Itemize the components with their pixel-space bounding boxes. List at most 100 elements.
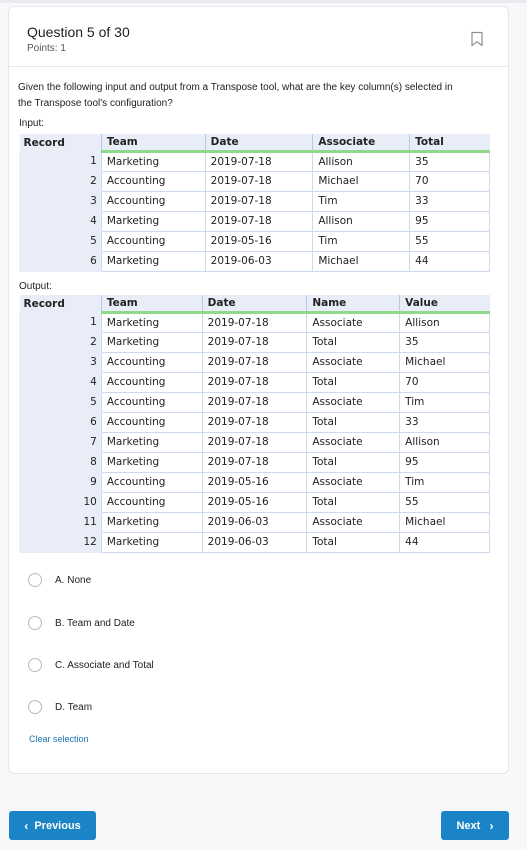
table-cell: 2019-07-18 [201, 351, 308, 373]
question-title: Question 5 of 30 [27, 24, 130, 40]
record-cell: 2 [19, 331, 102, 353]
table-cell: Accounting [100, 351, 203, 373]
table-cell: Michael [312, 170, 411, 192]
record-cell: 3 [19, 190, 102, 212]
table-row: 1 Marketing 2019-07-18 Associate Allison [19, 312, 490, 333]
option-label: B. Team and Date [55, 617, 135, 629]
table-cell: Accounting [100, 371, 203, 393]
output-label: Output: [19, 281, 52, 292]
table-cell: Marketing [100, 331, 203, 353]
question-prompt: Given the following input and output fro… [18, 82, 453, 109]
output-table: Record Team Date Name Value 1 Marketing 2019-0… [19, 295, 490, 553]
option-a[interactable]: A. None [28, 573, 91, 587]
table-row: 10 Accounting 2019-05-16 Total 55 [19, 491, 490, 513]
table-header-row: Record Team Date Associate Total [19, 134, 490, 153]
table-cell: 2019-07-18 [201, 331, 308, 353]
previous-button[interactable]: ‹ Previous [9, 811, 96, 840]
option-b[interactable]: B. Team and Date [28, 616, 135, 630]
table-cell: Total [306, 331, 401, 353]
table-cell: 2019-07-18 [204, 151, 314, 172]
table-row: 3 Accounting 2019-07-18 Tim 33 [19, 190, 490, 212]
top-divider [0, 0, 527, 3]
table-cell: Associate [306, 431, 401, 453]
table-cell: 2019-06-03 [201, 531, 308, 553]
table-cell: Tim [399, 391, 490, 413]
table-cell: 2019-05-16 [201, 491, 308, 513]
record-cell: 2 [19, 170, 102, 192]
record-cell: 1 [19, 312, 102, 333]
table-row: 9 Accounting 2019-05-16 Associate Tim [19, 471, 490, 493]
radio-button[interactable] [28, 616, 42, 630]
table-cell: 2019-07-18 [204, 170, 314, 192]
table-row: 12 Marketing 2019-06-03 Total 44 [19, 531, 490, 553]
record-cell: 4 [19, 371, 102, 393]
table-cell: Allison [399, 431, 490, 453]
table-row: 4 Marketing 2019-07-18 Allison 95 [19, 210, 490, 232]
table-cell: 2019-07-18 [201, 371, 308, 393]
table-row: 4 Accounting 2019-07-18 Total 70 [19, 371, 490, 393]
table-cell: Allison [399, 312, 490, 333]
clear-selection-link[interactable]: Clear selection [29, 734, 89, 744]
table-cell: Allison [312, 151, 411, 172]
table-cell: Accounting [100, 170, 206, 192]
radio-button[interactable] [28, 658, 42, 672]
table-cell: Associate [306, 471, 401, 493]
input-table: Record Team Date Associate Total 1 Marketing 2… [19, 134, 490, 272]
table-cell: Total [306, 531, 401, 553]
table-cell: Total [306, 451, 401, 473]
table-row: 7 Marketing 2019-07-18 Associate Allison [19, 431, 490, 453]
record-cell: 12 [19, 531, 102, 553]
table-cell: Marketing [100, 250, 206, 272]
option-c[interactable]: C. Associate and Total [28, 658, 154, 672]
record-cell: 4 [19, 210, 102, 232]
table-cell: Michael [312, 250, 411, 272]
table-cell: Accounting [100, 391, 203, 413]
table-cell: 2019-06-03 [201, 511, 308, 533]
column-header: Value [399, 295, 490, 314]
table-cell: 2019-06-03 [204, 250, 314, 272]
table-cell: Marketing [100, 531, 203, 553]
table-cell: Marketing [100, 151, 206, 172]
radio-button[interactable] [28, 573, 42, 587]
table-cell: Marketing [100, 210, 206, 232]
option-label: C. Associate and Total [55, 659, 154, 671]
option-d[interactable]: D. Team [28, 700, 92, 714]
table-cell: Marketing [100, 431, 203, 453]
bookmark-icon[interactable] [470, 31, 484, 47]
next-button[interactable]: Next › [441, 811, 509, 840]
table-cell: 33 [399, 411, 490, 433]
column-header: Date [204, 134, 313, 153]
table-cell: 2019-07-18 [204, 210, 314, 232]
table-cell: 35 [399, 331, 490, 353]
column-header: Name [306, 295, 400, 314]
column-header: Date [201, 295, 307, 314]
table-cell: 70 [409, 170, 490, 192]
table-cell: 2019-07-18 [201, 411, 308, 433]
chevron-right-icon: › [489, 818, 494, 833]
table-header-row: Record Team Date Name Value [19, 295, 490, 314]
table-cell: 2019-07-18 [204, 190, 314, 212]
table-cell: 44 [409, 250, 490, 272]
table-row: 11 Marketing 2019-06-03 Associate Michael [19, 511, 490, 533]
radio-button[interactable] [28, 700, 42, 714]
record-cell: 11 [19, 511, 102, 533]
table-row: 1 Marketing 2019-07-18 Allison 35 [19, 151, 490, 172]
table-cell: 2019-07-18 [201, 431, 308, 453]
table-cell: 55 [409, 230, 490, 252]
question-header: Question 5 of 30 Points: 1 [9, 7, 508, 67]
column-header: Team [100, 134, 206, 153]
record-cell: 6 [19, 411, 102, 433]
record-cell: 1 [19, 151, 102, 172]
table-cell: 70 [399, 371, 490, 393]
table-row: 6 Accounting 2019-07-18 Total 33 [19, 411, 490, 433]
table-row: 5 Accounting 2019-05-16 Tim 55 [19, 230, 490, 252]
question-points: Points: 1 [27, 43, 66, 54]
table-cell: Accounting [100, 230, 206, 252]
table-cell: 33 [409, 190, 490, 212]
table-cell: Accounting [100, 190, 206, 212]
table-row: 8 Marketing 2019-07-18 Total 95 [19, 451, 490, 473]
table-cell: Associate [306, 312, 401, 333]
table-cell: Accounting [100, 491, 203, 513]
table-cell: Associate [306, 511, 401, 533]
table-cell: 44 [399, 531, 490, 553]
